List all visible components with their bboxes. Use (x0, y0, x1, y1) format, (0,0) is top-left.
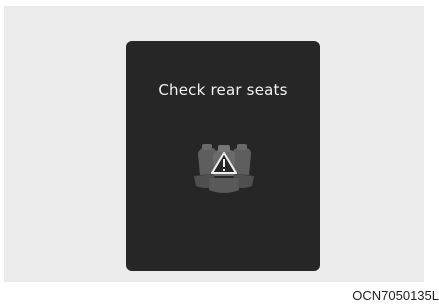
rear-seats-warning-icon (194, 144, 254, 193)
warning-message: Check rear seats (158, 81, 288, 99)
cluster-display: Check rear seats (126, 41, 320, 271)
figure-code: OCN7050135L (352, 288, 439, 303)
